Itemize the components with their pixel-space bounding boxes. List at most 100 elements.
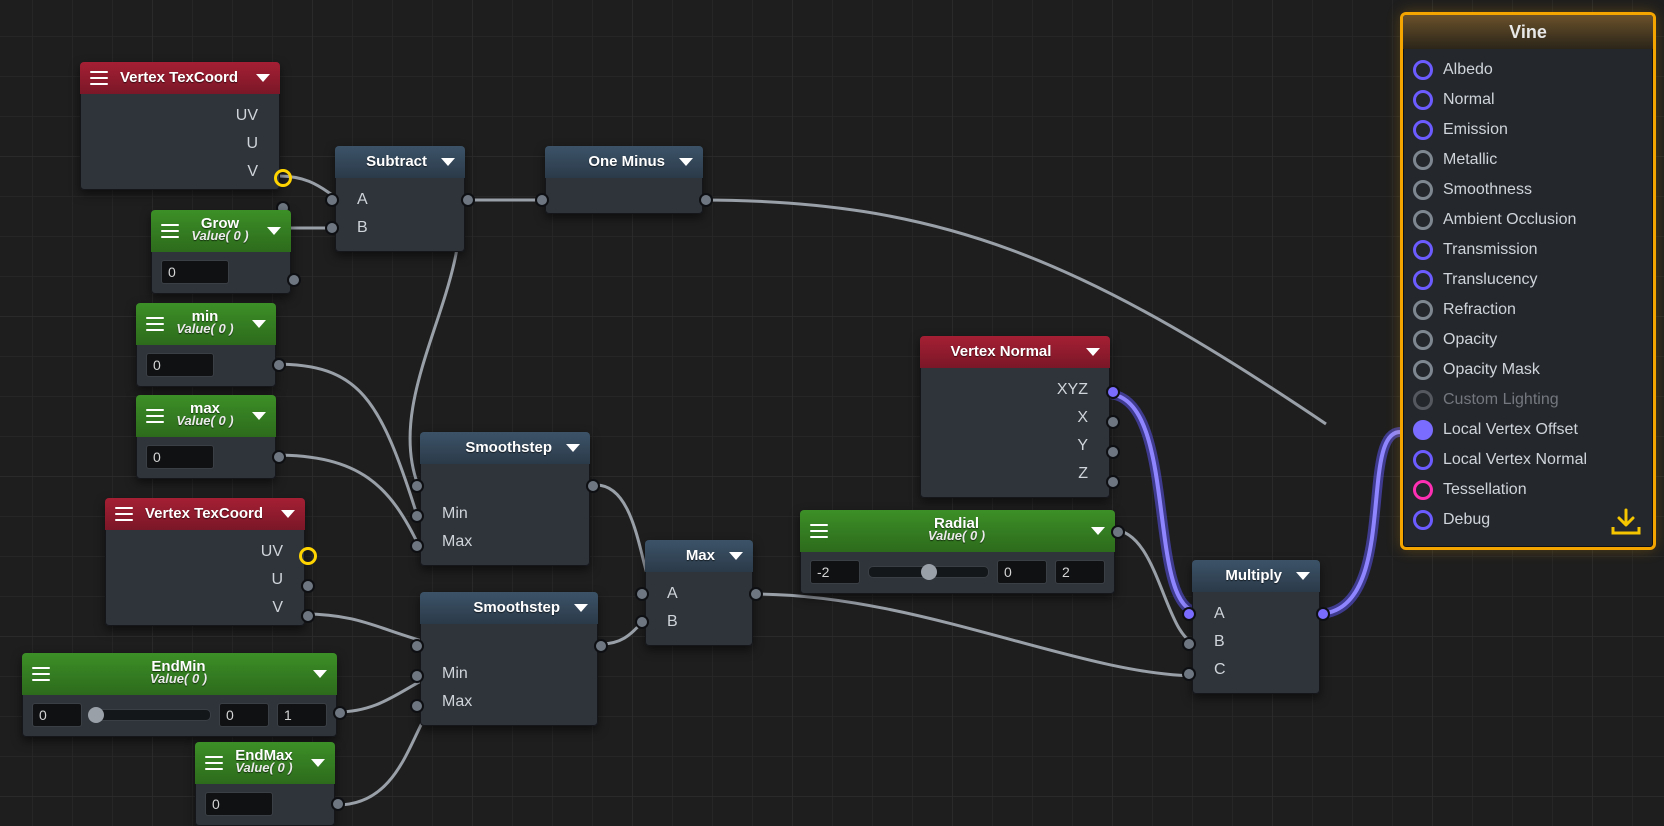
node-endmin[interactable]: EndMin Value( 0 ) xyxy=(22,653,337,737)
node-one-minus[interactable]: One Minus xyxy=(545,146,703,214)
value-mid[interactable] xyxy=(219,703,269,727)
port-out[interactable] xyxy=(333,706,347,720)
port-icon[interactable] xyxy=(1413,510,1433,530)
master-port-local-vertex-normal[interactable]: Local Vertex Normal xyxy=(1413,445,1643,475)
node-header[interactable]: Max xyxy=(645,540,753,572)
master-port-transmission[interactable]: Transmission xyxy=(1413,235,1643,265)
port-in[interactable] xyxy=(535,193,549,207)
chevron-down-icon[interactable] xyxy=(679,158,693,166)
chevron-down-icon[interactable] xyxy=(281,510,295,518)
port-out[interactable] xyxy=(586,479,600,493)
menu-icon[interactable] xyxy=(810,524,828,538)
node-vertex-texcoord-1[interactable]: Vertex TexCoord UV U V xyxy=(80,62,280,190)
master-port-albedo[interactable]: Albedo xyxy=(1413,55,1643,85)
master-port-metallic[interactable]: Metallic xyxy=(1413,145,1643,175)
port-icon[interactable] xyxy=(1413,270,1433,290)
port-out[interactable] xyxy=(749,587,763,601)
value-field[interactable] xyxy=(146,445,214,469)
chevron-down-icon[interactable] xyxy=(267,227,281,235)
node-header[interactable]: Grow Value( 0 ) xyxy=(151,210,291,252)
master-port-local-vertex-offset[interactable]: Local Vertex Offset xyxy=(1413,415,1643,445)
port-in-min[interactable] xyxy=(410,669,424,683)
node-multiply[interactable]: Multiply A B C xyxy=(1192,560,1320,694)
node-header[interactable]: Smoothstep xyxy=(420,592,598,624)
port-icon[interactable] xyxy=(1413,90,1433,110)
node-endmax[interactable]: EndMax Value( 0 ) xyxy=(195,742,335,826)
port-out-uv[interactable] xyxy=(274,169,292,187)
download-icon[interactable] xyxy=(1609,507,1643,537)
chevron-down-icon[interactable] xyxy=(252,320,266,328)
port-icon[interactable] xyxy=(1413,360,1433,380)
chevron-down-icon[interactable] xyxy=(313,670,327,678)
port-out-y[interactable] xyxy=(1106,445,1120,459)
port-icon[interactable] xyxy=(1413,420,1433,440)
node-header[interactable]: Subtract xyxy=(335,146,465,178)
port-icon[interactable] xyxy=(1413,390,1433,410)
master-port-opacity-mask[interactable]: Opacity Mask xyxy=(1413,355,1643,385)
port-out-xyz[interactable] xyxy=(1106,385,1120,399)
node-smoothstep-1[interactable]: Smoothstep Min Max xyxy=(420,432,590,566)
port-in-min[interactable] xyxy=(410,509,424,523)
port-in-a[interactable] xyxy=(1182,607,1196,621)
port-out-uv[interactable] xyxy=(299,547,317,565)
master-port-refraction[interactable]: Refraction xyxy=(1413,295,1643,325)
value-hi[interactable] xyxy=(277,703,327,727)
value-mid[interactable] xyxy=(997,560,1047,584)
port-icon[interactable] xyxy=(1413,240,1433,260)
value-field[interactable] xyxy=(146,353,214,377)
port-icon[interactable] xyxy=(1413,480,1433,500)
port-out[interactable] xyxy=(331,797,345,811)
chevron-down-icon[interactable] xyxy=(256,74,270,82)
node-max-param[interactable]: max Value( 0 ) xyxy=(136,395,276,479)
port-out-z[interactable] xyxy=(1106,475,1120,489)
port-in-b[interactable] xyxy=(1182,637,1196,651)
value-field[interactable] xyxy=(161,260,229,284)
port-out[interactable] xyxy=(287,273,301,287)
node-vertex-normal[interactable]: Vertex Normal XYZ X Y Z xyxy=(920,336,1110,498)
port-icon[interactable] xyxy=(1413,210,1433,230)
port-in-a[interactable] xyxy=(635,587,649,601)
node-header[interactable]: Vertex Normal xyxy=(920,336,1110,368)
port-out[interactable] xyxy=(272,358,286,372)
menu-icon[interactable] xyxy=(115,507,133,521)
menu-icon[interactable] xyxy=(90,71,108,85)
master-port-tessellation[interactable]: Tessellation xyxy=(1413,475,1643,505)
menu-icon[interactable] xyxy=(32,667,50,681)
output-master-node[interactable]: Vine AlbedoNormalEmissionMetallicSmoothn… xyxy=(1400,12,1656,550)
node-header[interactable]: Smoothstep xyxy=(420,432,590,464)
node-header[interactable]: max Value( 0 ) xyxy=(136,395,276,437)
chevron-down-icon[interactable] xyxy=(252,412,266,420)
master-port-emission[interactable]: Emission xyxy=(1413,115,1643,145)
port-in-b[interactable] xyxy=(325,221,339,235)
node-header[interactable]: Multiply xyxy=(1192,560,1320,592)
value-lo[interactable] xyxy=(32,703,82,727)
port-out[interactable] xyxy=(699,193,713,207)
port-icon[interactable] xyxy=(1413,180,1433,200)
port-icon[interactable] xyxy=(1413,120,1433,140)
node-max[interactable]: Max A B xyxy=(645,540,753,646)
port-in-c[interactable] xyxy=(1182,667,1196,681)
port-icon[interactable] xyxy=(1413,60,1433,80)
chevron-down-icon[interactable] xyxy=(566,444,580,452)
port-out[interactable] xyxy=(594,639,608,653)
port-out-v[interactable] xyxy=(301,609,315,623)
port-in-a[interactable] xyxy=(325,193,339,207)
port-icon[interactable] xyxy=(1413,330,1433,350)
chevron-down-icon[interactable] xyxy=(441,158,455,166)
port-icon[interactable] xyxy=(1413,300,1433,320)
chevron-down-icon[interactable] xyxy=(574,604,588,612)
port-icon[interactable] xyxy=(1413,450,1433,470)
port-out-x[interactable] xyxy=(1106,415,1120,429)
menu-icon[interactable] xyxy=(161,224,179,238)
chevron-down-icon[interactable] xyxy=(729,552,743,560)
menu-icon[interactable] xyxy=(205,756,223,770)
chevron-down-icon[interactable] xyxy=(1091,527,1105,535)
menu-icon[interactable] xyxy=(146,317,164,331)
node-min[interactable]: min Value( 0 ) xyxy=(136,303,276,387)
node-header[interactable]: min Value( 0 ) xyxy=(136,303,276,345)
port-in-main[interactable] xyxy=(410,479,424,493)
port-out[interactable] xyxy=(1111,525,1125,539)
master-port-ambient-occlusion[interactable]: Ambient Occlusion xyxy=(1413,205,1643,235)
port-out-u[interactable] xyxy=(301,579,315,593)
port-in-b[interactable] xyxy=(635,615,649,629)
